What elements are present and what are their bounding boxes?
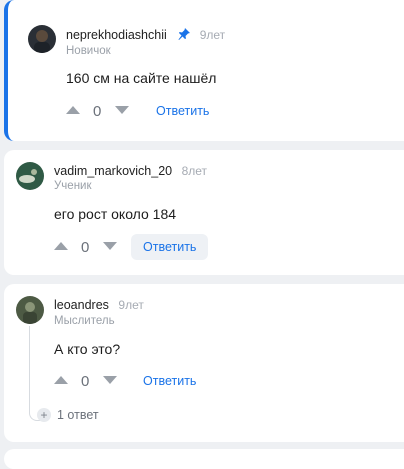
arrow-down-icon[interactable]	[103, 242, 117, 250]
comment-actions: 0 Ответить	[66, 98, 286, 124]
arrow-up-icon[interactable]	[66, 106, 80, 114]
avatar[interactable]	[16, 296, 44, 324]
user-rank: Новичок	[66, 45, 111, 57]
reply-button[interactable]: Ответить	[144, 98, 221, 124]
comment-text: его рост около 184	[54, 206, 177, 222]
arrow-down-icon[interactable]	[115, 106, 129, 114]
plus-icon[interactable]: +	[37, 408, 51, 422]
author-name[interactable]: leoandres	[54, 298, 109, 312]
timestamp: 9лет	[199, 28, 226, 42]
comment-header: neprekhodiashchii 9лет	[66, 28, 225, 42]
comment-card: leoandres 9лет Мыслитель А кто это? 0 От…	[4, 284, 404, 442]
thread-line	[29, 326, 41, 421]
avatar[interactable]	[16, 162, 44, 190]
comment-actions: 0 Ответить	[54, 234, 274, 260]
comment-card: neprekhodiashchii 9лет Новичок 160 см на…	[4, 0, 404, 141]
comment-actions: 0 Ответить	[54, 368, 274, 394]
vote-score: 0	[81, 239, 90, 256]
comment-card: vadim_markovich_20 8лет Ученик его рост …	[4, 150, 404, 275]
comment-header: leoandres 9лет	[54, 298, 144, 312]
comment-header: vadim_markovich_20 8лет	[54, 164, 207, 178]
arrow-up-icon[interactable]	[54, 242, 68, 250]
reply-button[interactable]: Ответить	[131, 368, 208, 394]
user-rank: Мыслитель	[54, 315, 115, 327]
pin-icon	[178, 28, 191, 40]
comment-text: А кто это?	[54, 341, 121, 357]
arrow-down-icon[interactable]	[103, 376, 117, 384]
author-name[interactable]: vadim_markovich_20	[54, 164, 172, 178]
user-rank: Ученик	[54, 180, 92, 192]
replies-toggle[interactable]: 1 ответ	[57, 408, 99, 422]
vote-score: 0	[81, 373, 90, 390]
comment-card	[4, 449, 404, 469]
reply-button[interactable]: Ответить	[131, 234, 209, 260]
comment-text: 160 см на сайте нашёл	[66, 70, 217, 86]
timestamp: 9лет	[118, 298, 144, 312]
author-name[interactable]: neprekhodiashchii	[66, 28, 167, 42]
arrow-up-icon[interactable]	[54, 376, 68, 384]
vote-score: 0	[93, 103, 102, 120]
avatar[interactable]	[28, 25, 56, 53]
timestamp: 8лет	[181, 164, 208, 178]
